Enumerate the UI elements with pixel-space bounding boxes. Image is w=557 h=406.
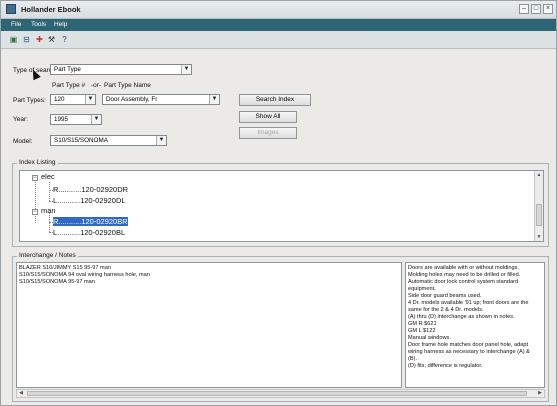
interchange-list[interactable]: BLAZER S10/JIMMY S15 95-97 man S10/S15/S… (16, 262, 402, 388)
note-line: same for the 2 & 4 Dr. models. (408, 307, 484, 313)
tree-item-selected[interactable]: R...........120-02920BR (53, 217, 128, 226)
tree-group-elec[interactable]: elec (41, 172, 55, 181)
year-select[interactable]: 1995 ▼ (50, 114, 102, 125)
note-line: (D) fits; difference is regulator. (408, 363, 483, 369)
note-line: Manual windows. (408, 335, 451, 341)
interchange-notes-title: Interchange / Notes (17, 252, 78, 259)
model-value: S10/S15/SONOMA (54, 137, 108, 144)
print-icon[interactable]: ▣ (8, 34, 19, 45)
interchange-line: BLAZER S10/JIMMY S15 95-97 man (19, 265, 111, 271)
year-value: 1995 (54, 116, 69, 123)
menu-bar: File Tools Help (1, 19, 556, 31)
part-types-label: Part Types: (13, 97, 46, 104)
close-button[interactable]: × (543, 4, 553, 14)
part-type-name-value: Door Assembly, Fr (106, 96, 158, 103)
save-icon[interactable]: ⊟ (21, 34, 32, 45)
notes-text[interactable]: Doors are available with or without mold… (405, 262, 545, 388)
interchange-line: S10/S15/SONOMA 95-97 man (19, 279, 95, 285)
or-label: -or- (91, 82, 102, 89)
scroll-left-icon[interactable]: ◀ (17, 390, 25, 397)
part-type-number-select[interactable]: 120 ▼ (50, 94, 96, 105)
year-label: Year: (13, 116, 28, 123)
note-line: (B). (408, 356, 418, 362)
note-line: Doors are available with or without mold… (408, 265, 519, 271)
menu-help[interactable]: Help (54, 21, 67, 28)
note-line: Door frame hole matches door panel hole,… (408, 342, 529, 348)
note-line: Side door guard beams used. (408, 293, 482, 299)
tree-guide-line (49, 182, 50, 201)
index-tree[interactable]: − elec R...........120-02920DR L........… (19, 170, 544, 242)
part-type-number-value: 120 (54, 96, 65, 103)
note-line: Automatic door lock control system stand… (408, 279, 519, 285)
help-icon[interactable]: ? (59, 34, 70, 45)
note-line: wiring harness as necessary to interchan… (408, 349, 530, 355)
model-label: Model: (13, 138, 33, 145)
note-line: equipment. (408, 286, 436, 292)
tree-guide-line (35, 180, 36, 223)
tree-item[interactable]: L...........120-02920DL (53, 196, 126, 205)
tree-group-man[interactable]: man (41, 206, 56, 215)
toolbar: ▣ ⊟ ✚ ⚒ ? (1, 31, 556, 49)
menu-file[interactable]: File (11, 21, 21, 28)
title-bar: Hollander Ebook – □ × (1, 1, 556, 19)
chevron-down-icon: ▼ (85, 95, 95, 104)
show-all-button[interactable]: Show All (239, 111, 297, 123)
images-button: Images (239, 127, 297, 139)
tree-item[interactable]: L...........120-02920BL (53, 228, 125, 237)
part-type-number-label: Part Type # (52, 82, 86, 89)
chevron-down-icon: ▼ (91, 115, 101, 124)
index-scrollbar[interactable]: ▲ ▼ (534, 171, 543, 241)
note-line: (A) thru (D) interchange as shown in not… (408, 314, 515, 320)
type-of-search-select[interactable]: Part Type ▼ (50, 64, 192, 75)
scroll-down-icon[interactable]: ▼ (535, 233, 543, 241)
scroll-thumb[interactable] (536, 204, 542, 226)
note-line: GM R $621 (408, 321, 437, 327)
interchange-line: S10/S15/SONOMA 94 oval wiring harness ho… (19, 272, 150, 278)
scroll-thumb[interactable] (27, 391, 527, 396)
scroll-up-icon[interactable]: ▲ (535, 171, 543, 179)
maximize-button[interactable]: □ (531, 4, 541, 14)
menu-tools[interactable]: Tools (31, 21, 46, 28)
note-line: Molding holes may need to be drilled or … (408, 272, 521, 278)
window-title: Hollander Ebook (21, 5, 81, 14)
chevron-down-icon: ▼ (209, 95, 219, 104)
chevron-down-icon: ▼ (181, 65, 191, 74)
color-icon[interactable]: ✚ (34, 34, 45, 45)
scroll-right-icon[interactable]: ▶ (536, 390, 544, 397)
part-type-name-label: Part Type Name (104, 82, 151, 89)
app-window: Hollander Ebook – □ × File Tools Help ▣ … (0, 0, 557, 406)
notes-horizontal-scrollbar[interactable]: ◀ ▶ (16, 389, 545, 398)
minimize-button[interactable]: – (519, 4, 529, 14)
note-line: GM L $122 (408, 328, 436, 334)
collapse-icon[interactable]: − (32, 175, 38, 181)
note-line: 4 Dr. models available '91 up; front doo… (408, 300, 529, 306)
part-type-name-select[interactable]: Door Assembly, Fr ▼ (102, 94, 220, 105)
chevron-down-icon: ▼ (156, 136, 166, 145)
model-select[interactable]: S10/S15/SONOMA ▼ (50, 135, 167, 146)
index-listing-title: Index Listing (17, 159, 58, 166)
tree-item[interactable]: R...........120-02920DR (53, 185, 128, 194)
collapse-icon[interactable]: − (32, 209, 38, 215)
type-of-search-value: Part Type (54, 66, 81, 73)
app-icon (6, 4, 16, 14)
tools-icon[interactable]: ⚒ (46, 34, 57, 45)
search-index-button[interactable]: Search Index (239, 94, 311, 106)
